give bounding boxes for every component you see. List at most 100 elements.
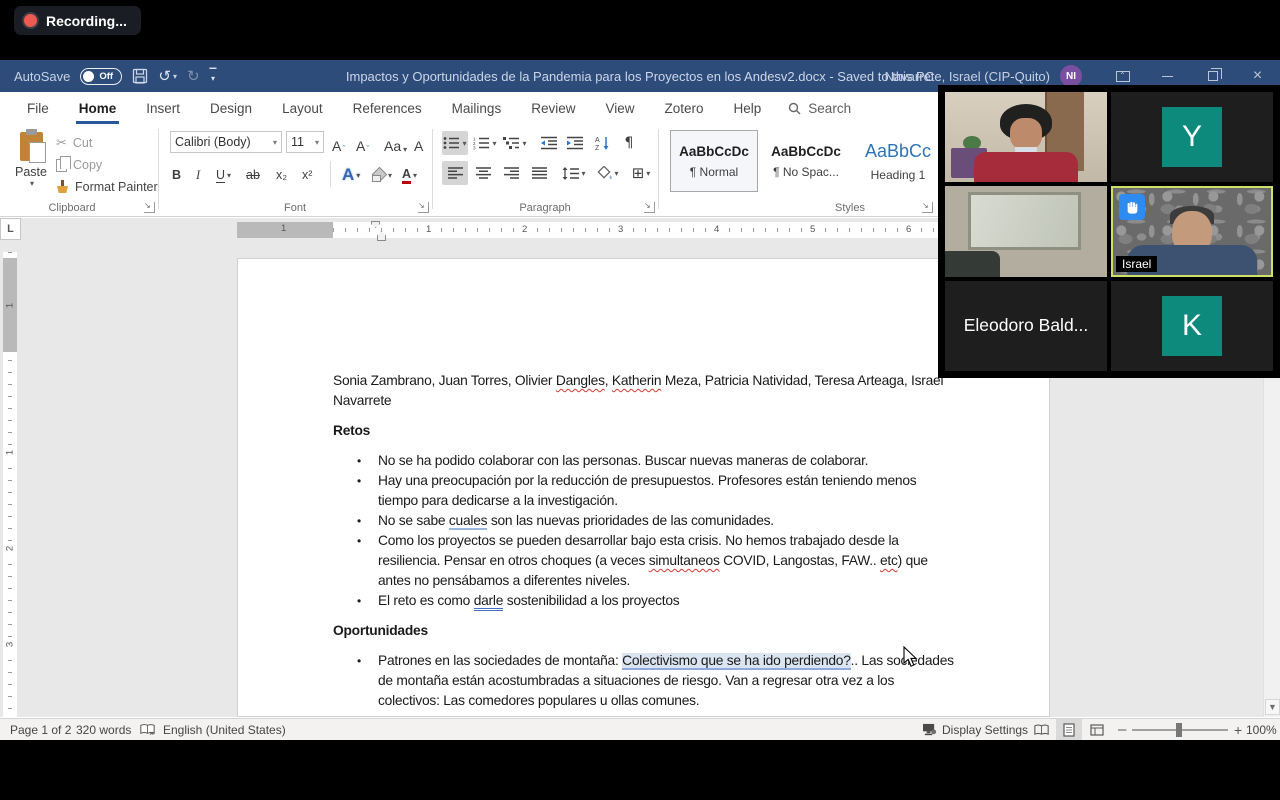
print-layout-button[interactable] [1056, 719, 1082, 740]
search-label: Search [808, 101, 851, 116]
font-size-combobox[interactable]: 11 ▾ [286, 131, 324, 153]
zoom-in-button[interactable]: + [1234, 719, 1242, 740]
align-center-button[interactable] [470, 161, 496, 185]
tab-layout[interactable]: Layout [267, 92, 338, 125]
participant-tile-video-1[interactable] [945, 92, 1107, 182]
svg-text:Z: Z [595, 145, 600, 150]
multilevel-list-button[interactable]: ▾ [502, 131, 528, 155]
participant-tile-eleodoro[interactable]: Eleodoro Bald... [945, 281, 1107, 371]
language-indicator[interactable]: English (United States) [163, 719, 286, 740]
superscript-button[interactable]: x² [302, 163, 312, 187]
styles-dialog-launcher[interactable]: ↘ [922, 202, 933, 213]
copy-button[interactable]: Copy [56, 155, 102, 175]
participant-initial: Y [1182, 120, 1202, 154]
tab-view[interactable]: View [590, 92, 649, 125]
subscript-button[interactable]: x₂ [276, 163, 287, 187]
align-right-icon [504, 167, 519, 179]
clipboard-dialog-launcher[interactable]: ↘ [144, 202, 155, 213]
zoom-slider[interactable] [1132, 729, 1228, 731]
undo-button[interactable]: ↺▾ [158, 67, 177, 85]
show-marks-button[interactable]: ¶ [616, 131, 642, 155]
redo-button[interactable]: ↻ [187, 67, 200, 85]
sort-button[interactable]: A Z [590, 131, 616, 155]
grow-font-button[interactable]: Aˆ [332, 132, 345, 154]
underline-button[interactable]: U ▾ [216, 163, 231, 187]
shading-button[interactable]: ▾ [592, 161, 624, 185]
read-mode-button[interactable] [1028, 719, 1054, 740]
bullets-button[interactable]: ▾ [442, 131, 468, 155]
shrink-font-button[interactable]: Aˇ [356, 132, 369, 154]
tab-file[interactable]: File [12, 92, 64, 125]
borders-button[interactable]: ⊞ ▾ [626, 161, 656, 185]
first-line-indent-marker[interactable] [371, 221, 380, 228]
highlight-button[interactable]: ▾ [372, 163, 392, 187]
account-name[interactable]: Navarrete, Israel (CIP-Quito) [885, 69, 1050, 84]
customize-qat-button[interactable]: ▔ ▾ [210, 71, 217, 81]
save-button[interactable] [132, 68, 148, 84]
tab-review[interactable]: Review [516, 92, 590, 125]
line-spacing-button[interactable]: ▾ [558, 161, 590, 185]
tab-mailings[interactable]: Mailings [437, 92, 517, 125]
word-count[interactable]: 320 words [76, 719, 131, 740]
format-painter-label: Format Painter [75, 180, 158, 194]
avatar[interactable]: NI [1060, 65, 1082, 87]
list-item: • Patrones en las sociedades de montaña:… [333, 651, 993, 711]
align-left-button[interactable] [442, 161, 468, 185]
pilcrow-icon: ¶ [625, 135, 634, 151]
zoom-out-button[interactable]: – [1118, 719, 1126, 740]
grammar-flagged-word: darle [474, 593, 503, 611]
participant-tile-israel[interactable]: Israel [1111, 186, 1273, 276]
font-dialog-launcher[interactable]: ↘ [418, 202, 429, 213]
style-no-spacing[interactable]: AaBbCcDc ¶ No Spac... [762, 130, 850, 192]
zoom-level[interactable]: 100% [1246, 719, 1277, 740]
list-item: • Hay una preocupación por la reducción … [333, 471, 993, 511]
participant-tile-initial-k[interactable]: K [1111, 281, 1273, 371]
paste-button[interactable]: Paste ▾ [10, 130, 52, 206]
horizontal-ruler[interactable]: 1 1 2 3 4 5 6 7 [237, 222, 1050, 238]
tab-design[interactable]: Design [195, 92, 267, 125]
increase-indent-button[interactable] [562, 131, 588, 155]
font-color-button[interactable]: A ▾ [402, 163, 417, 187]
tab-insert[interactable]: Insert [131, 92, 195, 125]
font-family-combobox[interactable]: Calibri (Body) ▾ [170, 131, 282, 153]
paragraph-dialog-launcher[interactable]: ↘ [644, 202, 655, 213]
document-page[interactable]: Sonia Zambrano, Juan Torres, Olivier Dan… [237, 258, 1050, 717]
web-layout-button[interactable] [1084, 719, 1110, 740]
page-indicator[interactable]: Page 1 of 2 [10, 719, 71, 740]
scroll-down-button[interactable]: ▼ [1265, 699, 1280, 715]
subscript-label: x₂ [276, 168, 287, 182]
bold-button[interactable]: B [172, 163, 181, 187]
italic-button[interactable]: I [196, 163, 200, 187]
format-painter-button[interactable]: Format Painter [56, 177, 158, 197]
hanging-indent-marker[interactable] [377, 231, 386, 241]
grammar-suggestion-phrase[interactable]: Colectivismo que se ha ido perdiendo? [622, 653, 851, 670]
autosave-toggle[interactable]: Off [80, 68, 122, 85]
participant-tile-video-2[interactable] [945, 186, 1107, 276]
change-case-button[interactable]: Aa▾ [384, 132, 407, 154]
numbering-button[interactable]: 1 2 3 ▾ [472, 131, 498, 155]
tab-selector[interactable]: L [0, 218, 21, 240]
text-effects-button[interactable]: A ▾ [342, 163, 360, 187]
display-settings-button[interactable]: Display Settings [922, 719, 1028, 740]
tab-references[interactable]: References [338, 92, 437, 125]
justify-button[interactable] [526, 161, 552, 185]
zoom-slider-thumb[interactable] [1176, 723, 1182, 737]
style-normal[interactable]: AaBbCcDc ¶ Normal [670, 130, 758, 192]
bold-label: B [172, 168, 181, 182]
vertical-ruler[interactable]: 1 1 2 3 [3, 252, 17, 717]
tab-help[interactable]: Help [719, 92, 777, 125]
participant-tile-initial-y[interactable]: Y [1111, 92, 1273, 182]
highlight-pen-icon [372, 168, 386, 182]
ruler-number: 6 [903, 224, 914, 235]
style-heading-1[interactable]: AaBbCc Heading 1 [854, 130, 942, 192]
tab-home[interactable]: Home [64, 92, 132, 125]
proofing-status-button[interactable] [140, 719, 155, 740]
align-right-button[interactable] [498, 161, 524, 185]
tab-zotero[interactable]: Zotero [650, 92, 719, 125]
decrease-indent-button[interactable] [536, 131, 562, 155]
justify-icon [532, 167, 547, 179]
cut-button[interactable]: ✂ Cut [56, 133, 92, 153]
proofing-book-icon [140, 723, 155, 736]
strikethrough-button[interactable]: ab [246, 163, 260, 187]
search-box[interactable]: Search [788, 101, 851, 116]
